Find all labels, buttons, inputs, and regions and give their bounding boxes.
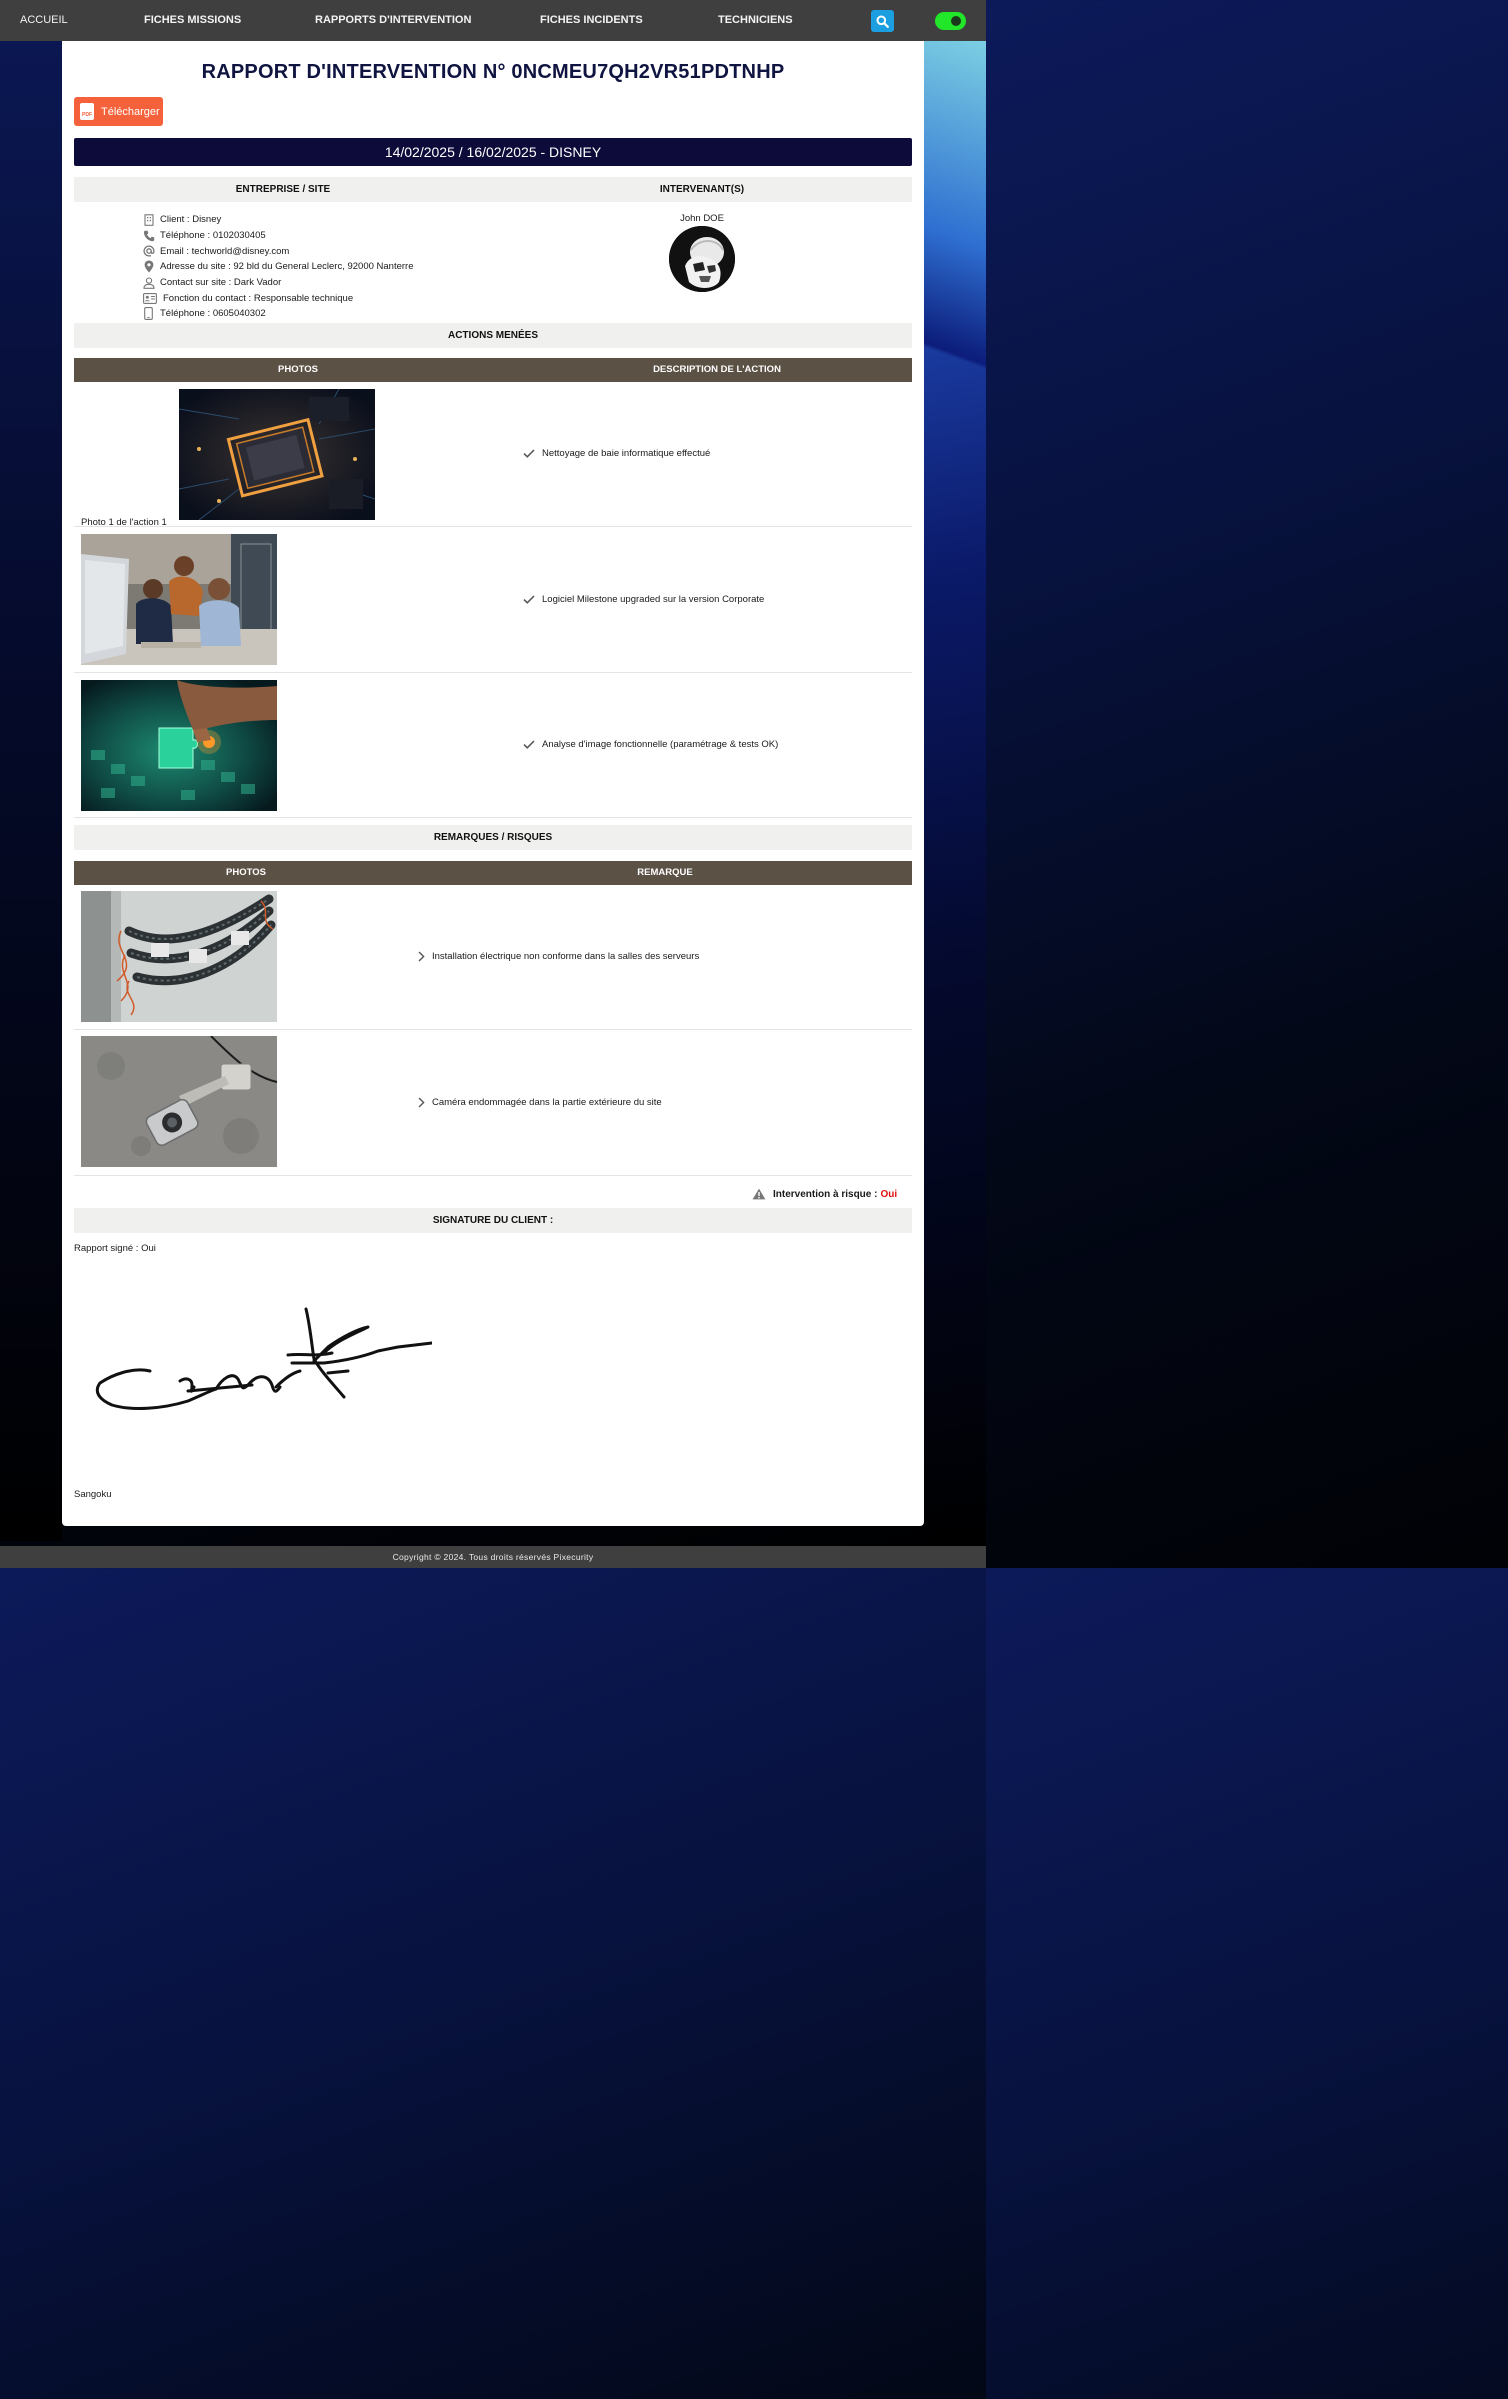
info-email-text: Email : techworld@disney.com (160, 245, 290, 257)
chevron-right-icon (418, 1097, 425, 1108)
user-icon (142, 276, 155, 289)
nav-fiches-missions[interactable]: FICHES MISSIONS (144, 0, 241, 41)
action-item-2: Logiciel Milestone upgraded sur la versi… (523, 594, 764, 605)
background-right (924, 41, 986, 1541)
electrical-wiring-image (81, 891, 277, 1022)
remark-item-text: Caméra endommagée dans la partie extérie… (432, 1097, 662, 1108)
signed-status: Rapport signé : Oui (74, 1243, 156, 1254)
date-bar: 14/02/2025 / 16/02/2025 - DISNEY (74, 138, 912, 166)
company-heading: ENTREPRISE / SITE (235, 184, 331, 195)
company-tech-header: ENTREPRISE / SITE INTERVENANT(S) (74, 177, 912, 202)
remark-photo-1[interactable] (81, 891, 277, 1022)
chevron-right-icon (418, 951, 425, 962)
action-item-text: Logiciel Milestone upgraded sur la versi… (542, 594, 765, 605)
action-photo-2[interactable] (81, 534, 277, 665)
remark-item-text: Installation électrique non conforme dan… (432, 951, 700, 962)
remark-item-2: Caméra endommagée dans la partie extérie… (418, 1097, 662, 1108)
remarks-heading: REMARQUES / RISQUES (433, 832, 553, 843)
map-pin-icon (142, 260, 155, 273)
actions-col-description: DESCRIPTION DE L'ACTION (653, 364, 781, 375)
info-phone: Téléphone : 0102030405 (142, 228, 414, 244)
row-divider (74, 817, 912, 818)
info-client-text: Client : Disney (160, 214, 222, 226)
remarks-col-remark: REMARQUE (637, 867, 693, 878)
footer: Copyright © 2024. Tous droits réservés P… (0, 1546, 986, 1568)
row-divider (74, 526, 912, 527)
theme-toggle[interactable] (935, 12, 966, 30)
info-address: Adresse du site : 92 bld du General Lecl… (142, 259, 414, 275)
top-navbar: ACCUEIL FICHES MISSIONS RAPPORTS D'INTER… (0, 0, 986, 41)
risk-indicator: Intervention à risque : Oui (752, 1188, 897, 1200)
avatar[interactable] (669, 226, 735, 292)
risk-label: Intervention à risque : (773, 1188, 878, 1200)
search-icon (876, 15, 889, 28)
technician-heading: INTERVENANT(S) (659, 184, 745, 195)
technician-name: John DOE (680, 213, 724, 224)
info-mobile-text: Téléphone : 0605040302 (160, 308, 266, 320)
info-contact: Contact sur site : Dark Vador (142, 275, 414, 291)
check-icon (523, 595, 535, 604)
remarks-col-photos: PHOTOS (226, 867, 266, 878)
office-team-image (81, 534, 277, 665)
id-card-icon (142, 292, 157, 305)
action-photo-1[interactable] (179, 389, 375, 520)
actions-section-header: ACTIONS MENÉES (74, 323, 912, 348)
info-address-text: Adresse du site : 92 bld du General Lecl… (160, 261, 414, 273)
mobile-icon (142, 307, 155, 321)
nav-techniciens[interactable]: TECHNICIENS (718, 0, 793, 41)
check-icon (523, 449, 535, 458)
remarks-table-header: PHOTOS REMARQUE (74, 861, 912, 885)
remark-item-1: Installation électrique non conforme dan… (418, 951, 699, 962)
signature-heading: SIGNATURE DU CLIENT : (432, 1215, 554, 1226)
background-left (0, 41, 62, 1541)
remarks-section-header: REMARQUES / RISQUES (74, 825, 912, 850)
info-function: Fonction du contact : Responsable techni… (142, 290, 414, 306)
toggle-knob (951, 16, 961, 26)
page-title: RAPPORT D'INTERVENTION N° 0NCMEU7QH2VR51… (201, 61, 785, 83)
at-icon (142, 245, 155, 258)
signature-section-header: SIGNATURE DU CLIENT : (74, 1208, 912, 1233)
pdf-icon: PDF (80, 103, 94, 120)
puzzle-circuit-image (81, 680, 277, 811)
risk-value: Oui (880, 1188, 898, 1200)
building-icon (142, 213, 155, 226)
info-client: Client : Disney (142, 212, 414, 228)
signer-name: Sangoku (74, 1489, 112, 1500)
action-item-3: Analyse d'image fonctionnelle (paramétra… (523, 739, 778, 750)
circuit-board-image (179, 389, 375, 520)
action-item-1: Nettoyage de baie informatique effectué (523, 448, 710, 459)
phone-icon (142, 229, 155, 242)
nav-fiches-incidents[interactable]: FICHES INCIDENTS (540, 0, 643, 41)
info-mobile: Téléphone : 0605040302 (142, 306, 414, 322)
info-contact-text: Contact sur site : Dark Vador (160, 277, 282, 289)
search-button[interactable] (871, 10, 894, 32)
row-divider (74, 672, 912, 673)
action-item-text: Analyse d'image fonctionnelle (paramétra… (542, 739, 779, 750)
check-icon (523, 740, 535, 749)
client-signature-image (95, 1307, 432, 1410)
actions-heading: ACTIONS MENÉES (447, 330, 538, 341)
row-divider (74, 1029, 912, 1030)
nav-rapports-intervention[interactable]: RAPPORTS D'INTERVENTION (315, 0, 471, 41)
damaged-camera-image (81, 1036, 277, 1167)
warning-icon (752, 1188, 766, 1200)
action-photo-3[interactable] (81, 680, 277, 811)
row-divider (74, 1175, 912, 1176)
actions-col-photos: PHOTOS (278, 364, 318, 375)
stormtrooper-avatar-image (669, 226, 735, 292)
actions-table-header: PHOTOS DESCRIPTION DE L'ACTION (74, 358, 912, 382)
info-email: Email : techworld@disney.com (142, 243, 414, 259)
download-label: Télécharger (101, 105, 160, 118)
action-item-text: Nettoyage de baie informatique effectué (542, 448, 711, 459)
remark-photo-2[interactable] (81, 1036, 277, 1167)
info-phone-text: Téléphone : 0102030405 (160, 230, 266, 242)
company-info-list: Client : Disney Téléphone : 0102030405 E… (142, 212, 414, 322)
download-button[interactable]: PDF Télécharger (74, 97, 163, 126)
report-card: RAPPORT D'INTERVENTION N° 0NCMEU7QH2VR51… (62, 41, 924, 1526)
info-function-text: Fonction du contact : Responsable techni… (163, 292, 354, 304)
nav-home[interactable]: ACCUEIL (20, 0, 68, 41)
